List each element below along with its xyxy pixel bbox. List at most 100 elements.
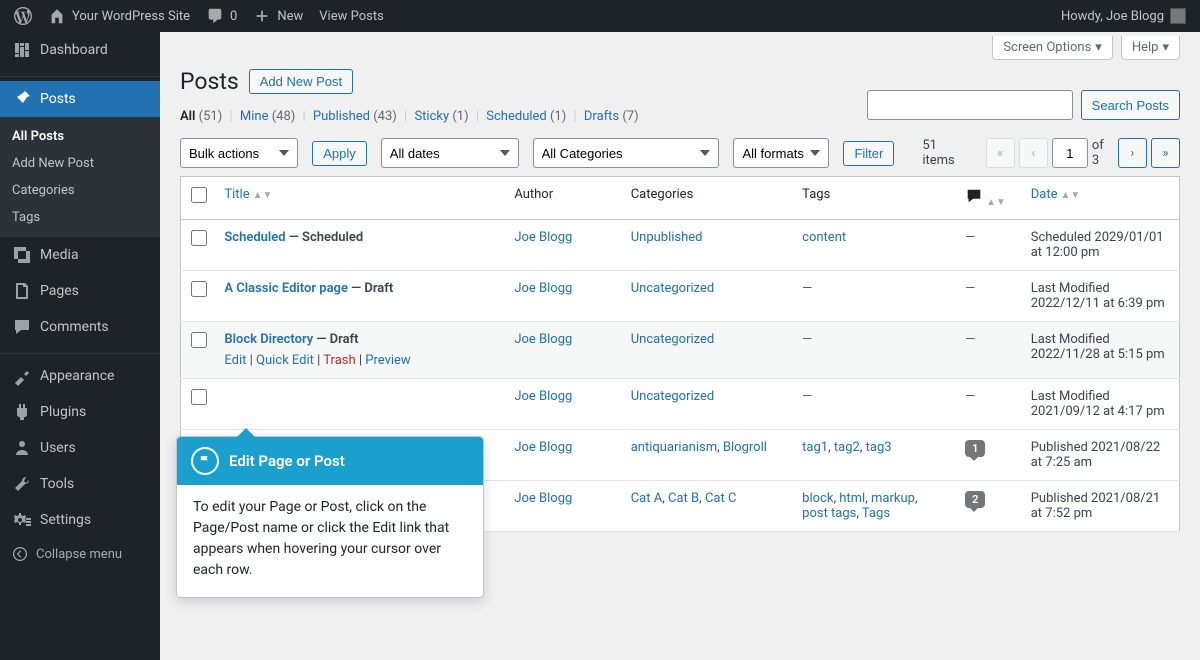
row-checkbox[interactable] — [191, 281, 207, 297]
menu-pages[interactable]: Pages — [0, 273, 160, 309]
no-comments: — — [965, 281, 975, 296]
category-link[interactable]: Cat C — [705, 491, 736, 506]
preview-link[interactable]: Preview — [365, 353, 410, 368]
filter-button[interactable]: Filter — [843, 141, 894, 166]
category-link[interactable]: Cat B — [668, 491, 699, 506]
status-filter-all[interactable]: All — [180, 109, 199, 124]
help-tab[interactable]: Help ▾ — [1121, 36, 1180, 60]
category-link[interactable]: Uncategorized — [631, 332, 714, 347]
comment-count-bubble[interactable]: 2 — [965, 491, 985, 508]
bulk-actions-select[interactable]: Bulk actions — [180, 138, 298, 168]
menu-settings[interactable]: Settings — [0, 502, 160, 538]
menu-users[interactable]: Users — [0, 430, 160, 466]
menu-plugins[interactable]: Plugins — [0, 394, 160, 430]
post-title-link[interactable]: Block Directory — [224, 332, 313, 347]
sort-icon: ▲▼ — [253, 190, 273, 201]
account-menu[interactable]: Howdy, Joe Blogg — [1053, 0, 1194, 32]
formats-select[interactable]: All formats — [733, 138, 829, 168]
submenu-categories[interactable]: Categories — [0, 177, 160, 204]
status-filter-published[interactable]: Published — [313, 109, 373, 124]
search-posts-button[interactable]: Search Posts — [1081, 90, 1180, 120]
menu-appearance[interactable]: Appearance — [0, 358, 160, 394]
author-link[interactable]: Joe Blogg — [514, 389, 572, 404]
pages-icon — [12, 281, 32, 301]
screen-options-tab[interactable]: Screen Options ▾ — [992, 36, 1113, 60]
comment-count-bubble[interactable]: 1 — [965, 440, 985, 457]
last-page-button[interactable]: » — [1151, 138, 1180, 168]
author-link[interactable]: Joe Blogg — [514, 491, 572, 506]
post-title-link[interactable]: Scheduled — [224, 230, 285, 245]
tag-link[interactable]: tag2 — [834, 440, 860, 455]
author-link[interactable]: Joe Blogg — [514, 230, 572, 245]
submenu-tags[interactable]: Tags — [0, 204, 160, 231]
chevron-down-icon: ▾ — [1162, 40, 1169, 55]
author-link[interactable]: Joe Blogg — [514, 440, 572, 455]
category-link[interactable]: Blogroll — [723, 440, 767, 455]
status-filter-scheduled[interactable]: Scheduled — [486, 109, 550, 124]
menu-dashboard[interactable]: Dashboard — [0, 32, 160, 68]
edit-link[interactable]: Edit — [224, 353, 246, 368]
categories-select[interactable]: All Categories — [533, 138, 720, 168]
search-input[interactable] — [867, 90, 1073, 120]
status-filter-sticky[interactable]: Sticky — [414, 109, 452, 124]
post-title-link[interactable]: A Classic Editor page — [224, 281, 348, 296]
media-icon — [12, 245, 32, 265]
author-link[interactable]: Joe Blogg — [514, 281, 572, 296]
no-comments: — — [965, 389, 975, 404]
first-page-button[interactable]: « — [986, 138, 1015, 168]
prev-page-button[interactable]: ‹ — [1019, 138, 1048, 168]
submenu-add-new[interactable]: Add New Post — [0, 150, 160, 177]
tag-link[interactable]: post tags — [802, 506, 856, 521]
author-link[interactable]: Joe Blogg — [514, 332, 572, 347]
tag-link[interactable]: tag3 — [866, 440, 892, 455]
next-page-button[interactable]: › — [1118, 138, 1147, 168]
submenu-posts: All Posts Add New Post Categories Tags — [0, 117, 160, 237]
select-all-checkbox[interactable] — [191, 187, 207, 203]
row-checkbox[interactable] — [191, 332, 207, 348]
comments-link[interactable]: 0 — [198, 0, 245, 32]
tag-link[interactable]: block — [802, 491, 833, 506]
post-state: — Draft — [313, 332, 358, 347]
new-content-link[interactable]: New — [245, 0, 311, 32]
category-link[interactable]: antiquarianism — [631, 440, 717, 455]
category-link[interactable]: Uncategorized — [631, 281, 714, 296]
col-tags: Tags — [792, 177, 955, 220]
pin-icon — [12, 89, 32, 109]
col-title[interactable]: Title▲▼ — [214, 177, 504, 220]
dates-select[interactable]: All dates — [381, 138, 519, 168]
comment-icon — [965, 187, 983, 205]
trash-link[interactable]: Trash — [323, 353, 355, 368]
page-title: Posts — [180, 68, 239, 95]
submenu-all-posts[interactable]: All Posts — [0, 123, 160, 150]
menu-posts[interactable]: Posts — [0, 81, 160, 117]
table-row: Scheduled — ScheduledJoe BloggUnpublishe… — [181, 220, 1180, 271]
site-home-link[interactable]: Your WordPress Site — [40, 0, 198, 32]
collapse-menu[interactable]: Collapse menu — [0, 538, 160, 570]
col-date[interactable]: Date▲▼ — [1021, 177, 1180, 220]
tag-link[interactable]: content — [802, 230, 846, 245]
category-link[interactable]: Unpublished — [631, 230, 703, 245]
apply-button[interactable]: Apply — [312, 141, 367, 166]
current-page-input[interactable] — [1052, 138, 1088, 168]
row-checkbox[interactable] — [191, 389, 207, 405]
tag-link[interactable]: markup — [871, 491, 915, 506]
row-checkbox[interactable] — [191, 230, 207, 246]
admin-menu: Dashboard Posts All Posts Add New Post C… — [0, 32, 160, 660]
menu-comments[interactable]: Comments — [0, 309, 160, 345]
category-link[interactable]: Cat A — [631, 491, 663, 506]
date-cell: Published 2021/08/21 at 7:52 pm — [1021, 481, 1180, 532]
add-new-post-button[interactable]: Add New Post — [249, 69, 353, 94]
menu-tools[interactable]: Tools — [0, 466, 160, 502]
tag-link[interactable]: html — [839, 491, 865, 506]
tag-link[interactable]: tag1 — [802, 440, 828, 455]
status-filter-mine[interactable]: Mine — [240, 109, 272, 124]
tag-link[interactable]: Tags — [862, 506, 890, 521]
view-posts-link[interactable]: View Posts — [311, 0, 392, 32]
status-filter-drafts[interactable]: Drafts — [584, 109, 622, 124]
menu-media[interactable]: Media — [0, 237, 160, 273]
quick-edit-link[interactable]: Quick Edit — [256, 353, 314, 368]
category-link[interactable]: Uncategorized — [631, 389, 714, 404]
wp-logo[interactable] — [6, 0, 40, 32]
items-count: 51 items — [922, 138, 971, 168]
col-comments[interactable]: ▲▼ — [955, 177, 1021, 220]
